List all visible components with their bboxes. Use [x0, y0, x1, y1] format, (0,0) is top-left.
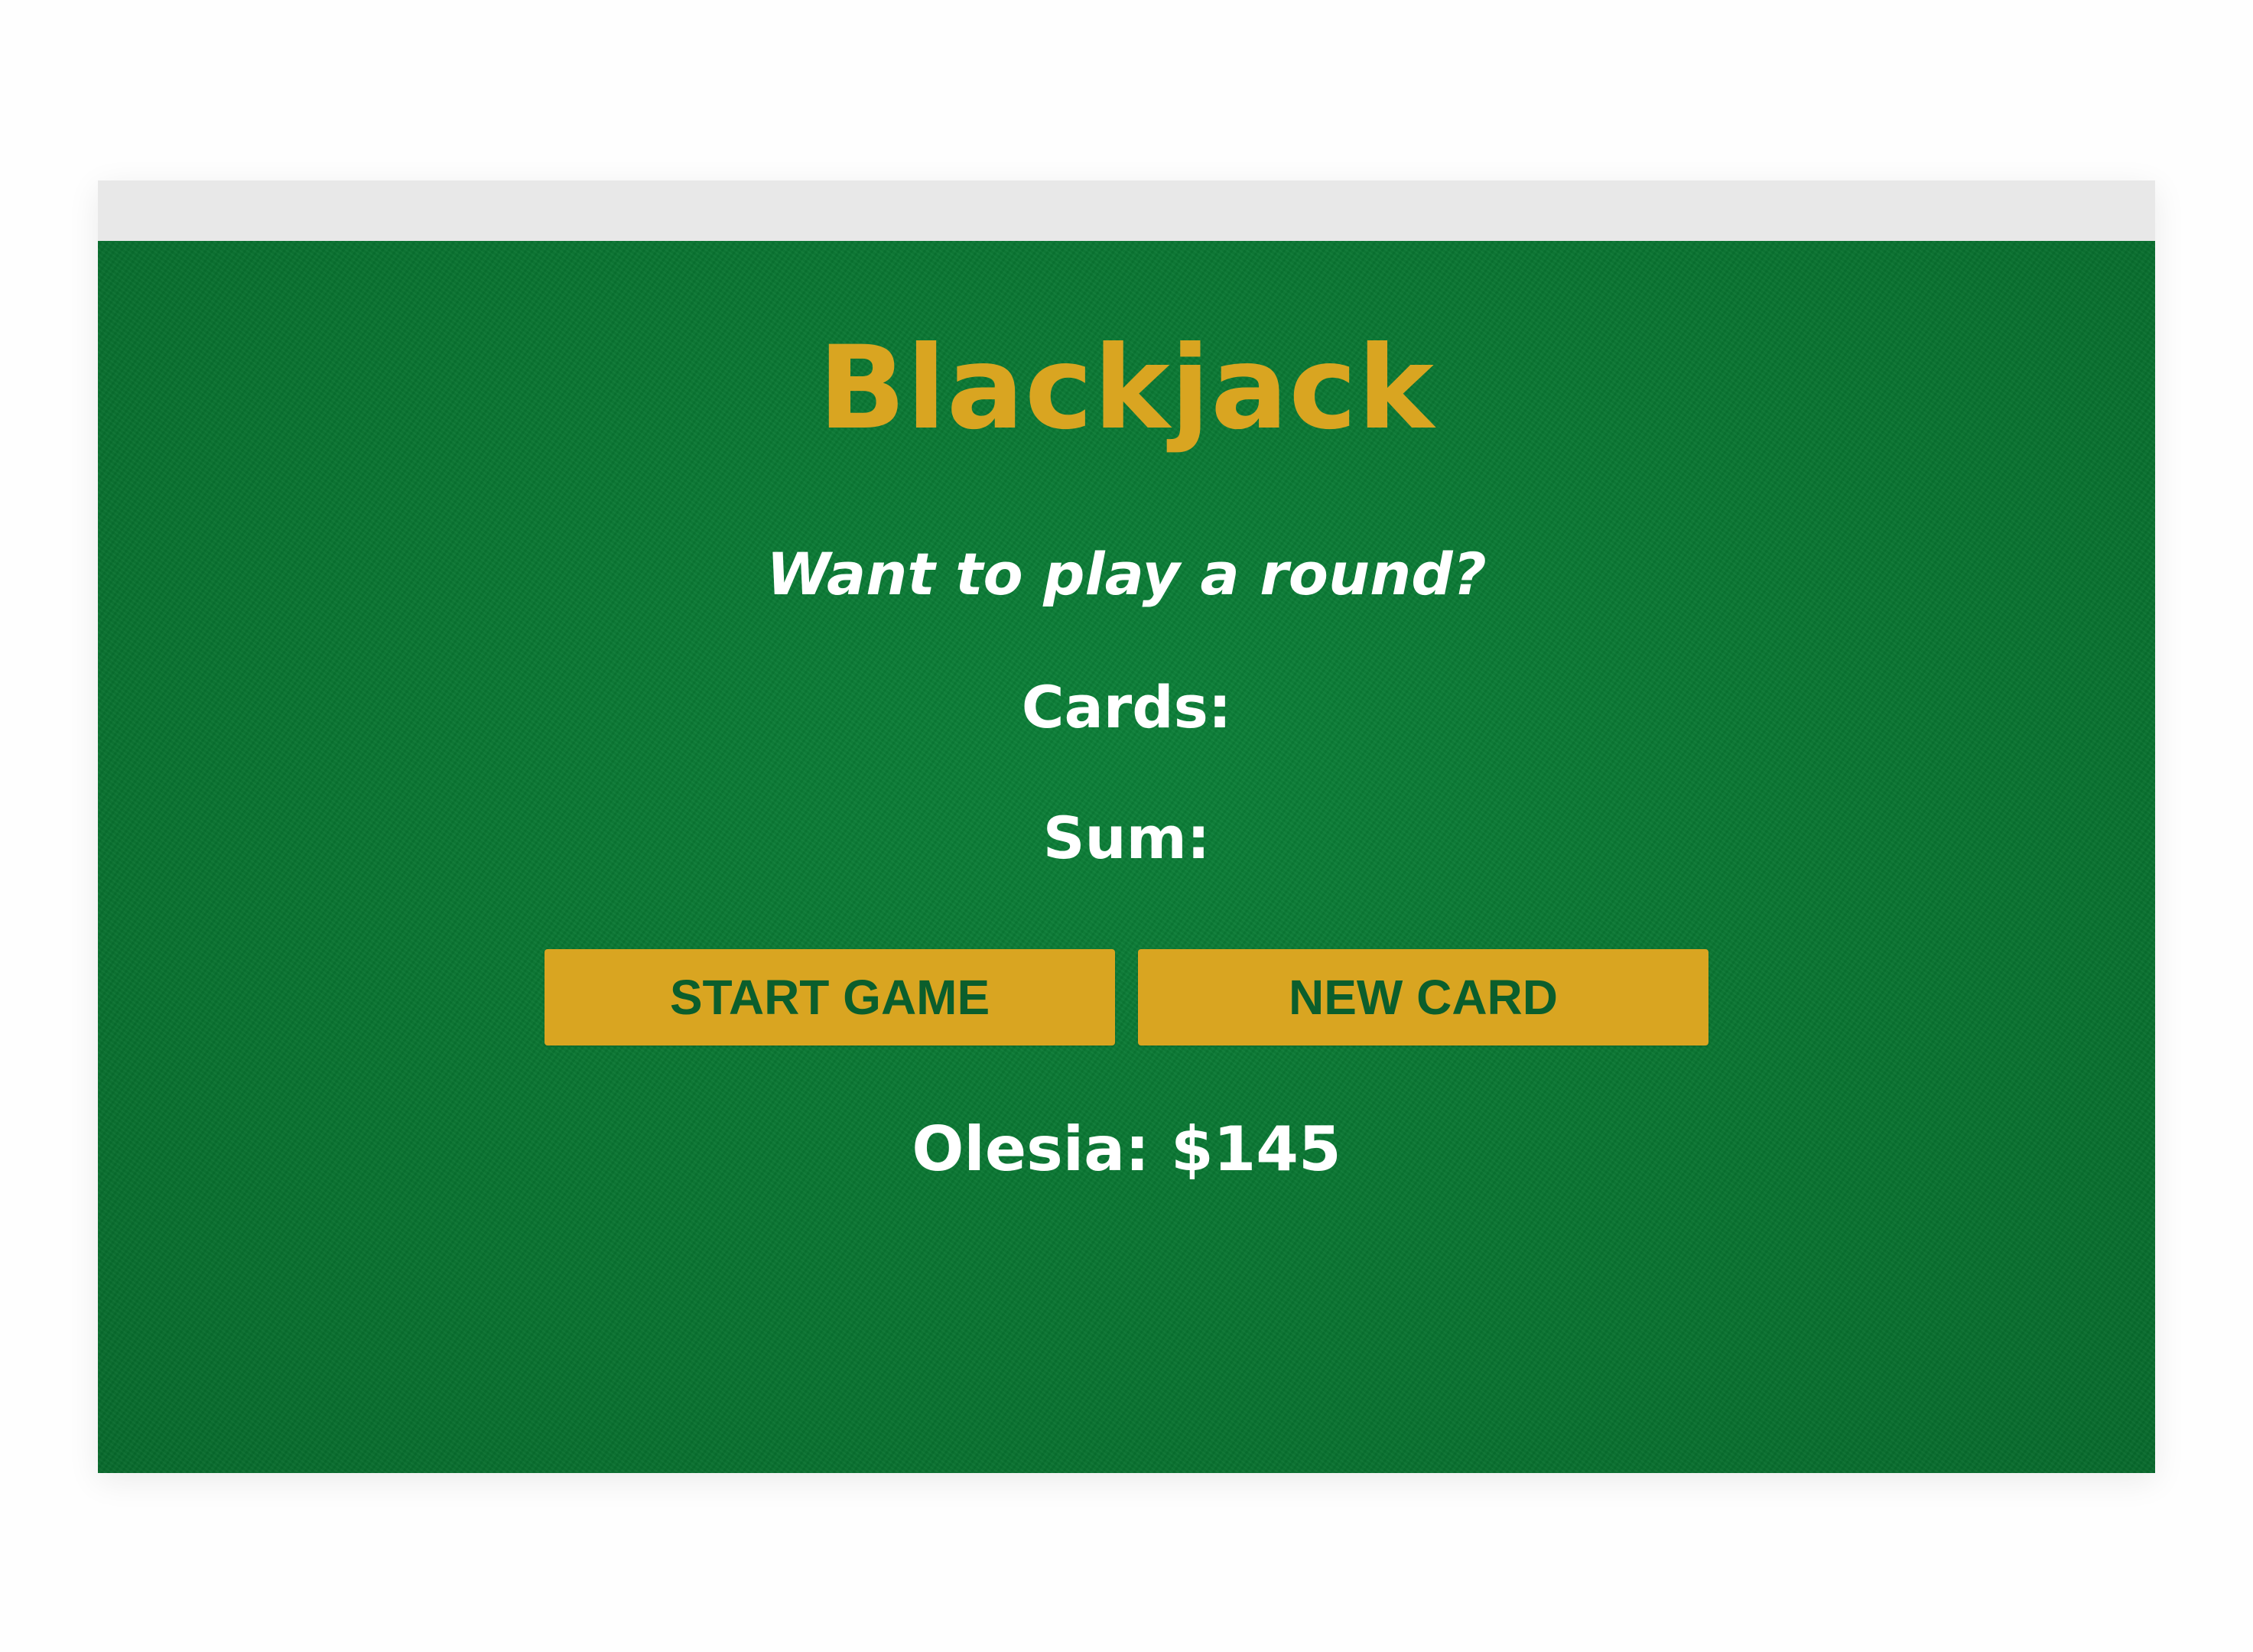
action-buttons: START GAME NEW CARD	[545, 949, 1708, 1046]
browser-window: Blackjack Want to play a round? Cards: S…	[98, 180, 2155, 1473]
game-table: Blackjack Want to play a round? Cards: S…	[98, 241, 2155, 1473]
game-message: Want to play a round?	[766, 540, 1487, 608]
start-game-button[interactable]: START GAME	[545, 949, 1115, 1046]
player-info: Olesia: $145	[912, 1114, 1341, 1185]
sum-display: Sum:	[1042, 804, 1211, 872]
cards-display: Cards:	[1021, 673, 1232, 741]
game-title: Blackjack	[818, 322, 1435, 455]
new-card-button[interactable]: NEW CARD	[1138, 949, 1708, 1046]
window-titlebar	[98, 180, 2155, 241]
